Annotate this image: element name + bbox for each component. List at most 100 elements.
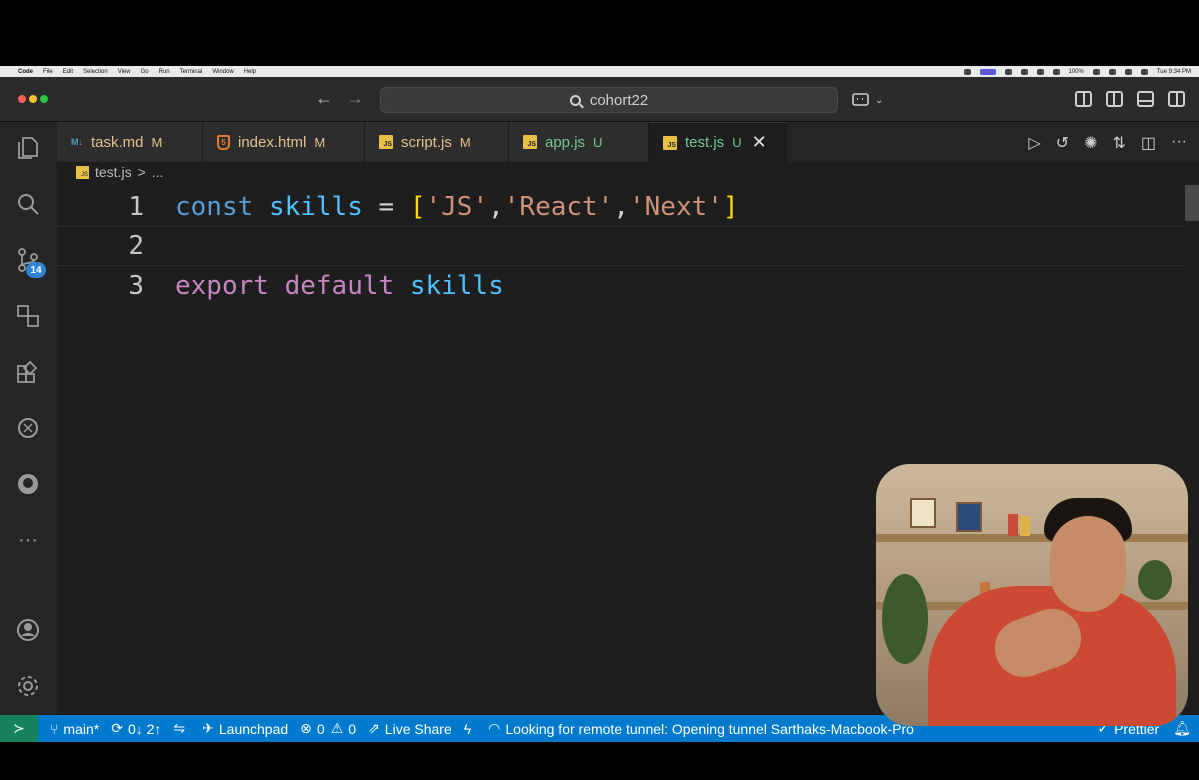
- error-icon: ⊗: [300, 720, 312, 736]
- status-menu-icon[interactable]: [1004, 68, 1012, 75]
- chatgpt-icon[interactable]: [14, 414, 42, 442]
- go-forward-icon[interactable]: →: [346, 88, 364, 109]
- breadcrumb-file[interactable]: test.js: [95, 164, 132, 180]
- launchpad-button[interactable]: ✈ Launchpad: [202, 720, 288, 737]
- menu-terminal[interactable]: Terminal: [180, 69, 203, 75]
- tab-label: task.md: [91, 133, 144, 151]
- markdown-file-icon: M↓: [71, 137, 83, 147]
- editor-actions: ▷ ↺ ✺ ⇅ ◫ ···: [1028, 133, 1187, 153]
- timeline-icon[interactable]: ↺: [1056, 133, 1069, 153]
- battery-icon[interactable]: [1092, 68, 1100, 75]
- command-center-search[interactable]: cohort22: [380, 87, 838, 113]
- menu-go[interactable]: Go: [141, 69, 149, 75]
- editor-scrollbar[interactable]: [1185, 185, 1199, 221]
- menu-view[interactable]: View: [118, 69, 131, 75]
- explorer-icon[interactable]: [14, 134, 42, 162]
- tab-git-status: U: [732, 135, 742, 150]
- toggle-panel-icon[interactable]: [1137, 91, 1154, 107]
- activity-bar: 14 ···: [0, 122, 57, 715]
- extensions-icon[interactable]: [14, 358, 42, 386]
- menu-run[interactable]: Run: [159, 69, 170, 75]
- js-file-icon: JS: [663, 135, 677, 150]
- more-views-icon[interactable]: ···: [14, 526, 42, 554]
- customize-layout-icon[interactable]: [1075, 91, 1092, 107]
- volume-icon[interactable]: [1036, 68, 1044, 75]
- person-face: [1050, 516, 1126, 612]
- compare-changes-icon[interactable]: ⇅: [1112, 133, 1125, 153]
- status-menu-icon[interactable]: [963, 68, 971, 75]
- live-share-icon: ⇗: [368, 720, 380, 736]
- toggle-secondary-sidebar-icon[interactable]: [1168, 91, 1185, 107]
- run-icon[interactable]: ▷: [1028, 133, 1040, 153]
- menu-clock[interactable]: Tue 9:34 PM: [1157, 69, 1191, 75]
- git-graph-button[interactable]: ⇋: [173, 720, 190, 737]
- menu-edit[interactable]: Edit: [63, 69, 73, 75]
- spotlight-icon[interactable]: [1124, 68, 1132, 75]
- code-text[interactable]: const skills = ['JS','React','Next']: [175, 192, 739, 222]
- menu-help[interactable]: Help: [244, 69, 256, 75]
- tab-app-js[interactable]: JS app.js U: [509, 122, 649, 162]
- book: [1008, 514, 1018, 536]
- tunnel-status[interactable]: ◠ Looking for remote tunnel: Opening tun…: [488, 720, 914, 737]
- shelf: [876, 534, 1188, 542]
- screen-record-icon[interactable]: [979, 68, 996, 75]
- tab-task-md[interactable]: M↓ task.md M: [57, 122, 203, 162]
- code-line-current[interactable]: 2: [57, 226, 1185, 266]
- search-icon[interactable]: [14, 190, 42, 218]
- wifi-icon[interactable]: [1108, 68, 1116, 75]
- menu-file[interactable]: File: [43, 69, 53, 75]
- launchpad-label: Launchpad: [218, 720, 289, 737]
- live-share-button[interactable]: ⇗ Live Share: [368, 720, 452, 737]
- live-share-label: Live Share: [384, 720, 452, 737]
- close-tab-icon[interactable]: ✕: [752, 132, 767, 153]
- js-file-icon: JS: [523, 135, 537, 149]
- zoom-window-button[interactable]: [40, 95, 48, 103]
- more-actions-icon[interactable]: ···: [1171, 133, 1187, 153]
- copilot-chat-button[interactable]: ⌄: [852, 91, 888, 109]
- go-back-icon[interactable]: ←: [315, 88, 333, 109]
- loading-spinner-icon: ◠: [488, 720, 501, 736]
- tab-index-html[interactable]: 5 index.html M: [203, 122, 365, 162]
- accounts-icon[interactable]: [14, 616, 42, 644]
- toggle-primary-sidebar-icon[interactable]: [1106, 91, 1123, 107]
- problems-status[interactable]: ⊗ 0 ⚠ 0: [300, 720, 356, 737]
- tab-label: test.js: [685, 134, 725, 151]
- js-file-icon: JS: [379, 135, 393, 149]
- github-icon[interactable]: [14, 470, 42, 498]
- close-window-button[interactable]: [18, 95, 26, 103]
- bluetooth-icon[interactable]: [1052, 68, 1060, 75]
- minimize-window-button[interactable]: [29, 95, 37, 103]
- sync-icon: ⟳: [111, 720, 123, 736]
- control-center-icon[interactable]: [1140, 68, 1148, 75]
- menu-app-name[interactable]: Code: [18, 69, 33, 75]
- tab-test-js[interactable]: JS test.js U ✕: [649, 122, 787, 162]
- split-editor-icon[interactable]: ◫: [1141, 133, 1156, 153]
- sync-status[interactable]: ⟳ 0↓ 2↑: [111, 720, 161, 737]
- branch-status[interactable]: ⑂ main*: [50, 721, 99, 737]
- framed-picture: [956, 502, 982, 532]
- tab-git-status: M: [151, 134, 163, 150]
- remote-indicator-icon[interactable]: ≻: [0, 715, 38, 742]
- error-count: 0: [316, 720, 325, 737]
- menu-window[interactable]: Window: [212, 69, 233, 75]
- warning-icon: ⚠: [330, 720, 344, 736]
- book: [1020, 516, 1030, 536]
- status-menu-icon[interactable]: [1020, 68, 1028, 75]
- lightning-button[interactable]: ϟ: [464, 721, 476, 737]
- tab-script-js[interactable]: JS script.js M: [365, 122, 509, 162]
- search-text: cohort22: [589, 91, 649, 109]
- code-line[interactable]: 3 export default skills: [57, 266, 1185, 306]
- run-and-debug-icon[interactable]: [14, 302, 42, 330]
- menu-selection[interactable]: Selection: [83, 69, 108, 75]
- plant: [1138, 560, 1172, 600]
- title-bar: ← → cohort22 ⌄: [0, 77, 1199, 122]
- line-number: 2: [128, 231, 144, 261]
- breadcrumb-separator: >: [137, 164, 146, 180]
- copilot-icon: [852, 93, 869, 106]
- breadcrumb-symbols[interactable]: ...: [152, 164, 164, 180]
- code-line[interactable]: 1 const skills = ['JS','React','Next']: [57, 187, 1185, 227]
- settings-gear-icon[interactable]: [14, 672, 42, 700]
- code-text[interactable]: export default skills: [175, 271, 504, 301]
- chatgpt-icon[interactable]: ✺: [1084, 133, 1097, 153]
- search-icon: [569, 94, 581, 106]
